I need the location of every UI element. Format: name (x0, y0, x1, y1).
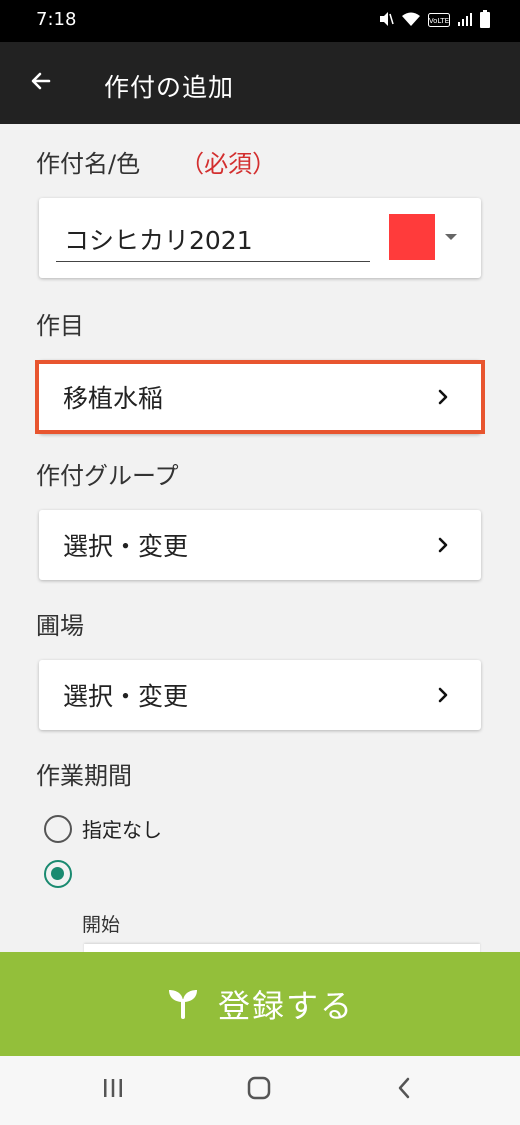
radio-button[interactable] (44, 814, 72, 843)
radio-no-period-label: 指定なし (82, 818, 162, 842)
crop-group-value: 選択・変更 (63, 532, 189, 561)
chevron-right-icon (435, 537, 451, 553)
crop-highlight-frame (35, 360, 485, 434)
crop-group-label: 作付グループ (36, 462, 179, 490)
chevron-right-icon (435, 687, 451, 703)
wifi-icon (401, 11, 421, 31)
status-time: 7:18 (36, 9, 77, 30)
battery-icon (480, 10, 490, 32)
page-title: 作付の追加 (104, 73, 235, 102)
field-value: 選択・変更 (63, 682, 189, 711)
name-color-label: 作付名/色 （必須） (36, 144, 276, 179)
start-date-field[interactable] (84, 944, 480, 952)
sprout-icon (166, 985, 200, 1023)
volte-icon: VoLTE (428, 12, 450, 31)
field-label: 圃場 (36, 612, 84, 640)
name-color-card (39, 198, 481, 278)
name-color-label-text: 作付名/色 (36, 150, 141, 178)
mute-icon (378, 10, 394, 32)
recent-apps-icon (101, 1077, 125, 1103)
home-button[interactable] (241, 1074, 277, 1106)
nav-back-button[interactable] (386, 1074, 422, 1106)
signal-icon (457, 11, 473, 31)
system-nav-bar (0, 1056, 520, 1125)
chevron-down-icon[interactable] (445, 234, 457, 240)
back-button[interactable] (22, 64, 60, 102)
back-icon (396, 1076, 412, 1104)
radio-button-checked[interactable] (44, 860, 72, 888)
register-label: 登録する (217, 987, 354, 1025)
home-icon (246, 1075, 272, 1105)
radio-no-period[interactable]: 指定なし (44, 814, 162, 843)
crop-label: 作目 (36, 312, 84, 340)
recent-apps-button[interactable] (95, 1074, 131, 1106)
crop-group-selector[interactable]: 選択・変更 (39, 510, 481, 580)
radio-specify-period[interactable] (44, 860, 82, 888)
svg-text:VoLTE: VoLTE (429, 17, 449, 25)
crop-name-input[interactable] (56, 216, 370, 262)
status-bar: 7:18 VoLTE (0, 0, 520, 42)
status-icons: VoLTE (378, 10, 490, 32)
start-label: 開始 (82, 914, 121, 936)
required-badge: （必須） (180, 150, 277, 178)
work-period-label: 作業期間 (36, 762, 132, 790)
color-swatch[interactable] (389, 214, 435, 260)
arrow-back-icon (29, 69, 53, 97)
field-selector[interactable]: 選択・変更 (39, 660, 481, 730)
register-button[interactable]: 登録する (0, 952, 520, 1056)
form-content[interactable]: 作付名/色（必須） 作目 移植水稲 作付グループ 選択・変更 圃場 選択・変更 (0, 124, 520, 952)
app-bar: 作付の追加 (0, 42, 520, 124)
